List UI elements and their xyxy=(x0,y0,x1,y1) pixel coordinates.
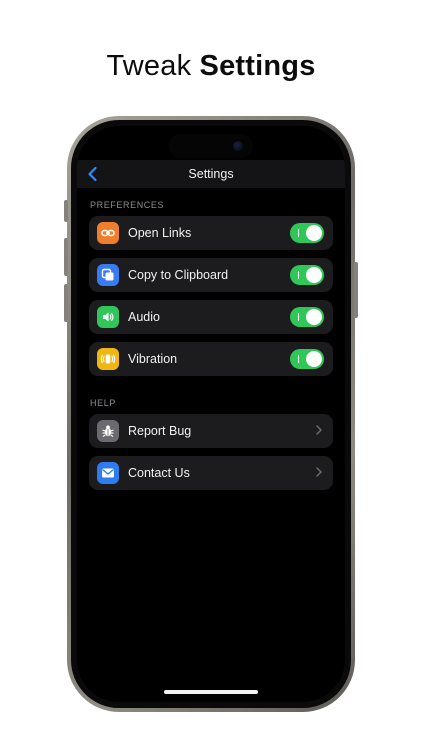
row-label: Contact Us xyxy=(128,466,190,480)
row-label: Vibration xyxy=(128,352,178,366)
headline-regular: Tweak xyxy=(106,50,192,82)
chevron-right-icon xyxy=(315,466,323,481)
section-label-preferences: PREFERENCES xyxy=(90,200,165,210)
action-button xyxy=(64,200,68,222)
row-audio[interactable]: Audio xyxy=(89,300,333,334)
vibration-toggle[interactable] xyxy=(290,349,324,369)
navigation-bar: Settings xyxy=(77,160,345,188)
copy-to-clipboard-toggle[interactable] xyxy=(290,265,324,285)
row-contact-us[interactable]: Contact Us xyxy=(89,456,333,490)
row-vibration[interactable]: Vibration xyxy=(89,342,333,376)
row-label: Copy to Clipboard xyxy=(128,268,229,282)
volume-down-button xyxy=(64,284,68,322)
nav-title: Settings xyxy=(188,167,234,181)
vibration-icon xyxy=(97,348,119,370)
section-label-help: HELP xyxy=(90,398,116,408)
row-open-links[interactable]: Open Links xyxy=(89,216,333,250)
copy-icon xyxy=(97,264,119,286)
volume-up-button xyxy=(64,238,68,276)
home-indicator[interactable] xyxy=(164,690,258,694)
open-links-toggle[interactable] xyxy=(290,223,324,243)
dynamic-island xyxy=(169,134,253,158)
chevron-right-icon xyxy=(315,424,323,439)
power-button xyxy=(354,262,358,318)
speaker-icon xyxy=(97,306,119,328)
row-label: Audio xyxy=(128,310,160,324)
link-icon xyxy=(97,222,119,244)
phone-screen: Settings PREFERENCES Open Links Copy to … xyxy=(77,126,345,702)
bug-icon xyxy=(97,420,119,442)
headline-bold: Settings xyxy=(199,50,316,82)
page-headline: Tweak Settings xyxy=(0,50,422,83)
audio-toggle[interactable] xyxy=(290,307,324,327)
camera-icon xyxy=(233,141,243,151)
row-label: Open Links xyxy=(128,226,192,240)
row-copy-to-clipboard[interactable]: Copy to Clipboard xyxy=(89,258,333,292)
mail-icon xyxy=(97,462,119,484)
row-report-bug[interactable]: Report Bug xyxy=(89,414,333,448)
row-label: Report Bug xyxy=(128,424,192,438)
